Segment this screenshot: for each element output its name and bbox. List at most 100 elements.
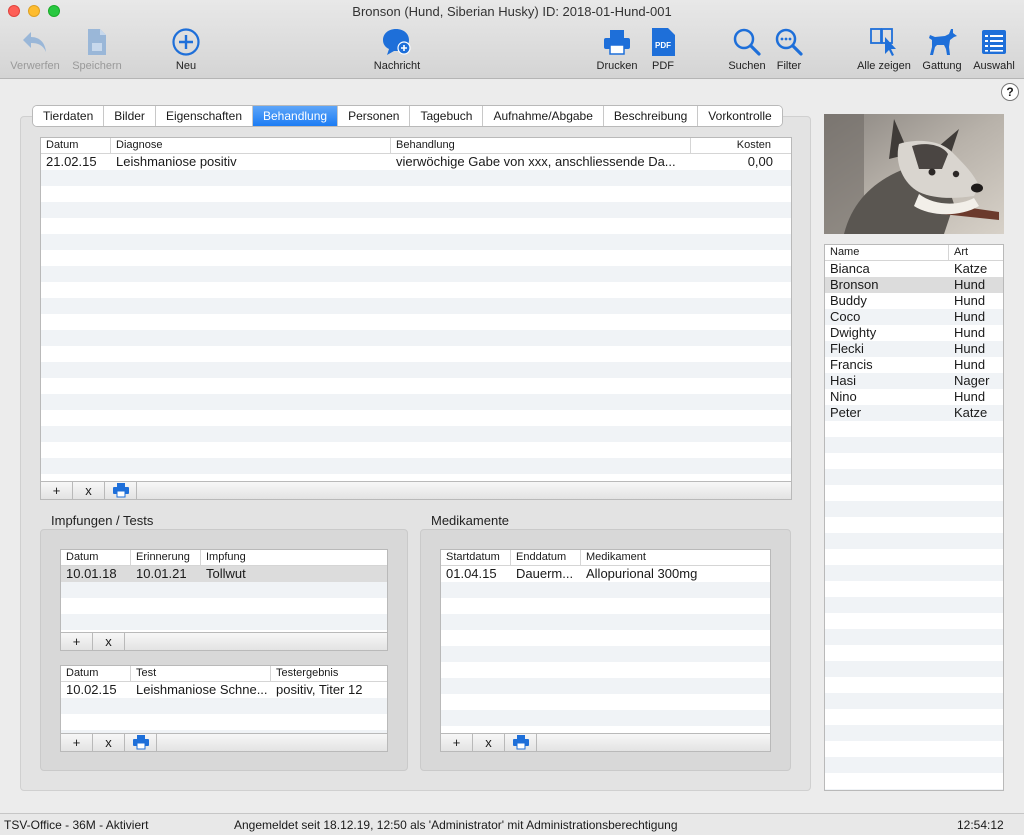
printer-icon [112,483,129,498]
cell-datum: 21.02.15 [46,154,97,169]
print-button[interactable] [125,734,157,751]
animal-name: Peter [830,405,862,420]
behandlung-button-bar: + x [40,481,792,500]
list-icon [982,30,1006,54]
animal-art: Hund [954,277,986,292]
tab-behandlung[interactable]: Behandlung [253,106,339,126]
animal-photo [824,114,1004,234]
animal-list-item[interactable]: Bianca Katze [825,261,1003,277]
neu-button[interactable]: Neu [166,26,206,72]
impfungen-title: Impfungen / Tests [51,513,154,528]
animal-art: Hund [954,293,986,308]
table-row[interactable]: 01.04.15 Dauerm... Allopurional 300mg [441,566,770,582]
table-row[interactable]: 21.02.15 Leishmaniose positiv vierwöchig… [41,154,791,170]
animal-list-item[interactable]: Hasi Nager [825,373,1003,389]
animal-list-item[interactable]: Francis Hund [825,357,1003,373]
cell-datum: 10.01.18 [66,566,117,581]
animal-art: Nager [954,373,990,388]
svg-text:PDF: PDF [655,41,671,50]
animal-art: Hund [954,341,986,356]
test-table: Datum Test Testergebnis 10.02.15 Leishma… [60,665,388,734]
table-header: Datum Diagnose Behandlung Kosten [41,138,791,154]
column-header-kosten[interactable]: Kosten [691,138,791,153]
tab-bilder[interactable]: Bilder [104,106,156,126]
table-row[interactable]: 10.02.15 Leishmaniose Schne... positiv, … [61,682,387,698]
remove-button[interactable]: x [73,482,105,499]
animal-art: Hund [954,325,986,340]
table-row[interactable]: 10.01.18 10.01.21 Tollwut [61,566,387,582]
suchen-button[interactable]: Suchen [725,26,769,72]
tab-tagebuch[interactable]: Tagebuch [410,106,484,126]
animal-list-item[interactable]: Bronson Hund [825,277,1003,293]
cell-behandlung: vierwöchige Gabe von xxx, anschliessende… [396,154,676,169]
column-header-datum[interactable]: Datum [61,550,131,565]
animal-name: Bronson [830,277,879,292]
animal-list-item[interactable]: Dwighty Hund [825,325,1003,341]
auswahl-button[interactable]: Auswahl [970,26,1018,72]
drucken-button[interactable]: Drucken [594,26,640,72]
printer-icon [132,735,149,750]
save-document-icon [88,29,106,55]
animal-name: Dwighty [830,325,877,340]
speichern-button[interactable]: Speichern [68,26,126,72]
animal-list-item[interactable]: Nino Hund [825,389,1003,405]
animal-name: Nino [830,389,857,404]
animal-name: Bianca [830,261,870,276]
column-header-testergebnis[interactable]: Testergebnis [271,666,387,681]
tab-bar: Tierdaten Bilder Eigenschaften Behandlun… [32,105,783,127]
verwerfen-button[interactable]: Verwerfen [6,26,64,72]
tab-aufnahme-abgabe[interactable]: Aufnahme/Abgabe [483,106,604,126]
animal-list-item[interactable]: Coco Hund [825,309,1003,325]
printer-icon [604,30,630,55]
cell-kosten: 0,00 [747,154,773,169]
print-button[interactable] [105,482,137,499]
remove-button[interactable]: x [93,633,125,650]
test-button-bar: + x [60,733,388,752]
animal-list-item[interactable]: Peter Katze [825,405,1003,421]
filter-button[interactable]: Filter [773,26,805,72]
column-header-erinnerung[interactable]: Erinnerung [131,550,201,565]
pdf-button[interactable]: PDF PDF [647,26,679,72]
remove-button[interactable]: x [473,734,505,751]
column-header-startdatum[interactable]: Startdatum [441,550,511,565]
tab-eigenschaften[interactable]: Eigenschaften [155,106,253,126]
filter-search-icon [775,28,803,56]
nachricht-button[interactable]: Nachricht [368,26,426,72]
column-header-enddatum[interactable]: Enddatum [511,550,581,565]
column-header-name[interactable]: Name [825,245,949,260]
tab-vorkontrolle[interactable]: Vorkontrolle [698,106,782,126]
animal-name: Francis [830,357,873,372]
add-button[interactable]: + [41,482,73,499]
column-header-medikament[interactable]: Medikament [581,550,770,565]
column-header-behandlung[interactable]: Behandlung [391,138,691,153]
add-button[interactable]: + [61,734,93,751]
add-button[interactable]: + [441,734,473,751]
animal-art: Hund [954,389,986,404]
tab-tierdaten[interactable]: Tierdaten [33,106,105,126]
column-header-test[interactable]: Test [131,666,271,681]
tab-beschreibung[interactable]: Beschreibung [603,106,699,126]
animal-list-item[interactable]: Flecki Hund [825,341,1003,357]
animal-art: Katze [954,261,988,276]
message-icon [383,29,411,55]
impfung-button-bar: + x [60,632,388,651]
column-header-diagnose[interactable]: Diagnose [111,138,391,153]
column-header-impfung[interactable]: Impfung [201,550,387,565]
tab-personen[interactable]: Personen [338,106,411,126]
show-all-icon [870,28,896,56]
gattung-button[interactable]: Gattung [920,26,964,72]
animal-art: Hund [954,357,986,372]
animal-list-item[interactable]: Buddy Hund [825,293,1003,309]
alle-zeigen-button[interactable]: Alle zeigen [854,26,914,72]
animal-list-body: Bianca Katze Bronson Hund Buddy Hund Coco Hund D… [825,261,1003,790]
add-button[interactable]: + [61,633,93,650]
cell-enddatum: Dauerm... [516,566,574,581]
remove-button[interactable]: x [93,734,125,751]
column-header-datum[interactable]: Datum [61,666,131,681]
cell-startdatum: 01.04.15 [446,566,497,581]
print-button[interactable] [505,734,537,751]
animal-art: Hund [954,309,986,324]
help-button[interactable]: ? [1001,83,1019,101]
column-header-art[interactable]: Art [949,245,1003,260]
column-header-datum[interactable]: Datum [41,138,111,153]
